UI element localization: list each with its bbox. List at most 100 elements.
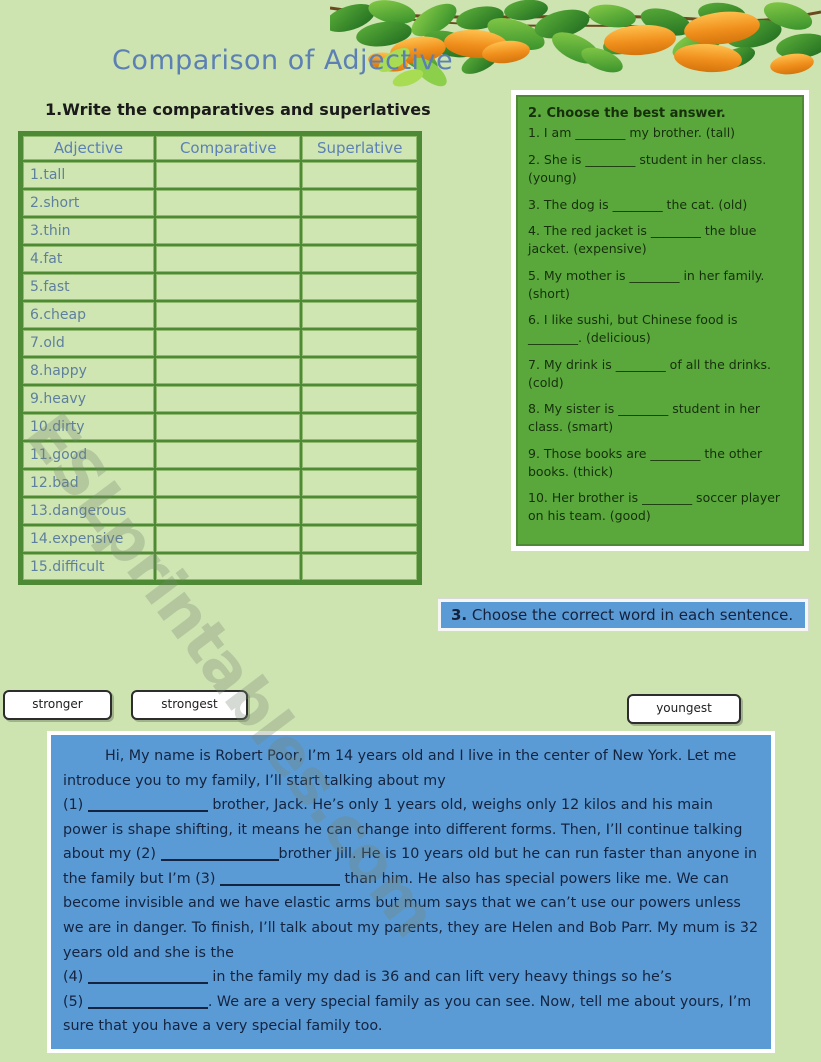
passage-blank-2[interactable]: [160, 859, 279, 862]
adjective-cell: 4.fat: [23, 246, 154, 272]
exercise2-panel: 2. Choose the best answer. 1. I am _____…: [511, 90, 809, 551]
passage-blank-number-1: (1): [63, 797, 84, 814]
passage-blank-number-5: (5): [63, 993, 84, 1010]
table-row: 13.dangerous: [23, 498, 417, 524]
table-header-row: Adjective Comparative Superlative: [23, 136, 417, 160]
exercise2-question: 4. The red jacket is ________ the blue j…: [528, 223, 757, 257]
word-box-youngest[interactable]: youngest: [627, 694, 741, 724]
table-row: 9.heavy: [23, 386, 417, 412]
adjective-cell: 9.heavy: [23, 386, 154, 412]
table-row: 12.bad: [23, 470, 417, 496]
superlative-cell[interactable]: [302, 414, 417, 440]
table-row: 2.short: [23, 190, 417, 216]
comparative-cell[interactable]: [155, 246, 301, 272]
adjective-cell: 10.dirty: [23, 414, 154, 440]
superlative-cell[interactable]: [302, 526, 417, 552]
exercise3-header-wrap: 3. Choose the correct word in each sente…: [437, 598, 809, 632]
superlative-cell[interactable]: [302, 274, 417, 300]
exercise2-heading: 2. Choose the best answer.: [528, 106, 726, 121]
adjective-cell: 7.old: [23, 330, 154, 356]
comparative-cell[interactable]: [155, 358, 301, 384]
comparative-cell[interactable]: [155, 470, 301, 496]
superlative-cell[interactable]: [302, 190, 417, 216]
exercise2-inner: 2. Choose the best answer. 1. I am _____…: [516, 95, 804, 546]
passage-part-1: Hi, My name is Robert Poor, I’m 14 years…: [63, 748, 737, 789]
comparative-cell[interactable]: [155, 442, 301, 468]
superlative-cell[interactable]: [302, 498, 417, 524]
exercise3-heading-text: Choose the correct word in each sentence…: [467, 606, 794, 624]
superlative-cell[interactable]: [302, 302, 417, 328]
column-header-adjective: Adjective: [23, 136, 154, 160]
page-title: Comparison of Adjective: [112, 45, 454, 76]
passage-blank-number-3: (3): [195, 870, 216, 887]
adjective-cell: 15.difficult: [23, 554, 154, 580]
adjective-cell: 12.bad: [23, 470, 154, 496]
reading-passage-wrap: Hi, My name is Robert Poor, I’m 14 years…: [47, 731, 775, 1053]
exercise2-question: 6. I like sushi, but Chinese food is ___…: [528, 312, 738, 346]
table-row: 6.cheap: [23, 302, 417, 328]
table-row: 15.difficult: [23, 554, 417, 580]
exercise2-question: 10. Her brother is ________ soccer playe…: [528, 490, 781, 524]
comparative-cell[interactable]: [155, 274, 301, 300]
exercise2-question: 2. She is ________ student in her class.…: [528, 152, 767, 185]
comparative-cell[interactable]: [155, 190, 301, 216]
table-row: 10.dirty: [23, 414, 417, 440]
passage-part-6: . We are a very special family as you ca…: [63, 993, 752, 1035]
column-header-superlative: Superlative: [302, 136, 417, 160]
superlative-cell[interactable]: [302, 358, 417, 384]
adjective-cell: 6.cheap: [23, 302, 154, 328]
table-row: 8.happy: [23, 358, 417, 384]
table-row: 14.expensive: [23, 526, 417, 552]
superlative-cell[interactable]: [302, 442, 417, 468]
passage-part-5: in the family my dad is 36 and can lift …: [207, 969, 672, 986]
comparative-cell[interactable]: [155, 302, 301, 328]
passage-blank-3[interactable]: [220, 883, 341, 886]
column-header-comparative: Comparative: [155, 136, 301, 160]
comparative-cell[interactable]: [155, 386, 301, 412]
superlative-cell[interactable]: [302, 330, 417, 356]
comparative-cell[interactable]: [155, 330, 301, 356]
table-row: 3.thin: [23, 218, 417, 244]
comparative-cell[interactable]: [155, 498, 301, 524]
word-box-strongest[interactable]: strongest: [131, 690, 248, 720]
adjective-cell: 1.tall: [23, 162, 154, 188]
exercise2-question: 1. I am ________ my brother. (tall): [528, 125, 736, 141]
superlative-cell[interactable]: [302, 218, 417, 244]
superlative-cell[interactable]: [302, 554, 417, 580]
passage-blank-number-4: (4): [63, 969, 84, 986]
exercise2-question: 3. The dog is ________ the cat. (old): [528, 196, 748, 212]
passage-blank-1[interactable]: [87, 810, 208, 813]
adjective-cell: 2.short: [23, 190, 154, 216]
adjective-cell: 14.expensive: [23, 526, 154, 552]
superlative-cell[interactable]: [302, 162, 417, 188]
exercise2-question: 7. My drink is ________ of all the drink…: [528, 356, 771, 390]
exercise3-heading-number: 3.: [451, 606, 468, 624]
table-row: 4.fat: [23, 246, 417, 272]
table-row: 1.tall: [23, 162, 417, 188]
passage-blank-4[interactable]: [87, 982, 208, 985]
table-row: 5.fast: [23, 274, 417, 300]
superlative-cell[interactable]: [302, 386, 417, 412]
comparative-cell[interactable]: [155, 554, 301, 580]
exercise2-question: 5. My mother is ________ in her family. …: [528, 267, 765, 301]
adjective-cell: 5.fast: [23, 274, 154, 300]
exercise2-question: 9. Those books are ________ the other bo…: [528, 445, 763, 479]
adjective-cell: 13.dangerous: [23, 498, 154, 524]
passage-blank-5[interactable]: [87, 1006, 208, 1009]
superlative-cell[interactable]: [302, 470, 417, 496]
exercise3-header: 3. Choose the correct word in each sente…: [441, 602, 805, 628]
comparative-cell[interactable]: [155, 218, 301, 244]
table-row: 11.good: [23, 442, 417, 468]
adjective-cell: 3.thin: [23, 218, 154, 244]
adjective-cell: 11.good: [23, 442, 154, 468]
word-box-stronger[interactable]: stronger: [3, 690, 112, 720]
comparative-cell[interactable]: [155, 414, 301, 440]
passage-blank-number-2: (2): [135, 846, 156, 863]
adjective-cell: 8.happy: [23, 358, 154, 384]
reading-passage: Hi, My name is Robert Poor, I’m 14 years…: [51, 735, 771, 1049]
exercise1-instruction: 1.Write the comparatives and superlative…: [45, 100, 431, 119]
superlative-cell[interactable]: [302, 246, 417, 272]
comparative-cell[interactable]: [155, 162, 301, 188]
exercise2-question: 8. My sister is ________ student in her …: [528, 401, 761, 435]
comparative-cell[interactable]: [155, 526, 301, 552]
